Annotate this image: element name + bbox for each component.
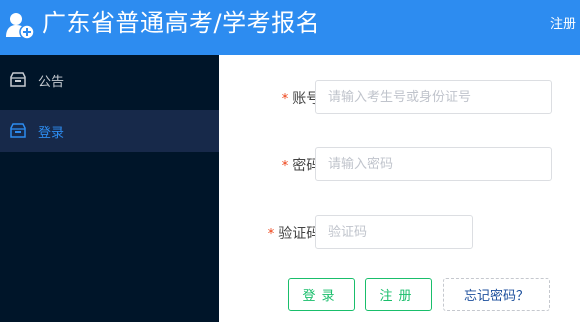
sidebar-item-notice[interactable]: 公告 bbox=[0, 59, 219, 101]
required-mark: * bbox=[267, 227, 275, 242]
notice-box-icon bbox=[10, 72, 26, 87]
sidebar-item-login[interactable]: 登录 bbox=[0, 110, 219, 152]
sidebar: 公告 登录 bbox=[0, 55, 219, 322]
header-register-link[interactable]: 注册 bbox=[550, 13, 576, 32]
account-row: * 账号: bbox=[219, 80, 580, 114]
required-mark: * bbox=[281, 159, 289, 174]
sidebar-item-label: 登录 bbox=[38, 125, 65, 141]
user-add-icon bbox=[6, 13, 35, 40]
app-title: 广东省普通高考/学考报名 bbox=[42, 9, 321, 37]
login-button[interactable]: 登录 bbox=[288, 278, 355, 311]
captcha-row: * 验证码: bbox=[219, 215, 580, 249]
sidebar-item-label: 公告 bbox=[38, 74, 65, 90]
password-input[interactable] bbox=[315, 147, 552, 181]
account-input[interactable] bbox=[315, 80, 552, 114]
login-box-icon bbox=[10, 123, 26, 138]
forgot-password-button[interactable]: 忘记密码？ bbox=[443, 278, 550, 311]
top-header: 广东省普通高考/学考报名 注册 bbox=[0, 0, 580, 55]
register-button[interactable]: 注册 bbox=[365, 278, 432, 311]
required-mark: * bbox=[281, 92, 289, 107]
captcha-input[interactable] bbox=[315, 215, 473, 249]
password-row: * 密码: bbox=[219, 147, 580, 181]
